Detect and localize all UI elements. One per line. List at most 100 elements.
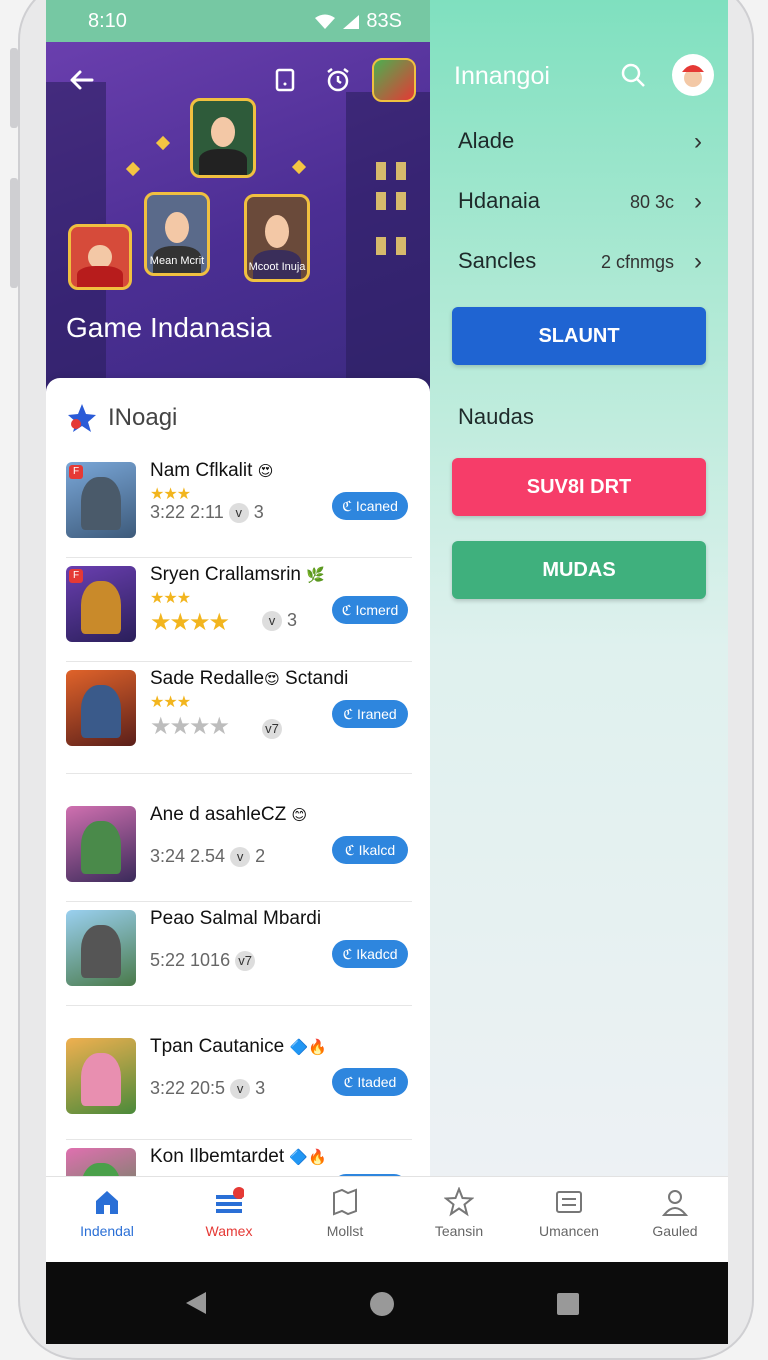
avatar[interactable]	[372, 58, 416, 102]
game-name: Sryen Crallamsrin 🌿	[150, 564, 325, 585]
hero-character-card: Mcoot Inuja	[244, 194, 310, 282]
game-meta: v7	[262, 718, 282, 740]
app-logo-icon	[68, 404, 96, 432]
alarm-icon[interactable]	[325, 67, 351, 93]
nav-label: Wamex	[205, 1223, 253, 1239]
nav-item-wamex[interactable]: Wamex	[174, 1177, 284, 1257]
screen: 8:10 83S Mean Mcrit Mcoot Inuja Game Ind…	[46, 0, 728, 1344]
game-name: Peao Salmal Mbardi	[150, 908, 322, 929]
list-item[interactable]: F Sryen Crallamsrin 🌿 ★★★ ★★★★ v 3 ℭ Icm…	[66, 558, 412, 662]
nav-item-umancen[interactable]: Umancen	[514, 1177, 624, 1257]
nav-label: Teansin	[434, 1223, 484, 1239]
panel-item-label: Alade	[458, 128, 515, 153]
window-light	[376, 162, 386, 180]
game-name: Nam Cflkalit 😍	[150, 460, 274, 481]
character-avatar-icon	[682, 65, 704, 87]
back-triangle-icon[interactable]	[184, 1290, 208, 1316]
download-button[interactable]: ℭ Iraned	[332, 700, 408, 728]
game-thumbnail	[66, 670, 136, 746]
game-meta: 3:22 2:11 v 3	[150, 502, 264, 524]
window-light	[396, 237, 406, 255]
game-list: INoagi F Nam Cflkalit 😍 ★★★ 3:22 2:11 v …	[46, 378, 430, 1224]
nav-item-teansin[interactable]: Teansin	[404, 1177, 514, 1257]
nav-item-home[interactable]: Indendal	[52, 1177, 162, 1257]
panel-item-label: Sancles	[458, 248, 537, 273]
coin-icon	[291, 159, 307, 175]
game-thumbnail	[66, 806, 136, 882]
game-meta: v 3	[262, 610, 297, 632]
search-icon[interactable]	[620, 62, 646, 88]
download-button[interactable]: ℭ Itaded	[332, 1068, 408, 1096]
coin-icon	[155, 135, 171, 151]
status-bar: 8:10 83S	[46, 0, 430, 42]
list-item[interactable]: Peao Salmal Mbardi 5:22 1016 v7 ℭ Ikadcd	[66, 902, 412, 1006]
game-thumbnail: F	[66, 566, 136, 642]
hero-banner: Mean Mcrit Mcoot Inuja Game Indanasia	[46, 42, 430, 392]
wifi-icon	[315, 14, 336, 29]
nav-label: Umancen	[539, 1223, 599, 1239]
building-right	[346, 92, 430, 392]
bottom-nav: Indendal Wamex Mollst Teansin Umancen Ga…	[46, 1176, 728, 1256]
home-circle-icon[interactable]	[368, 1290, 396, 1318]
hero-character-card: Mean Mcrit	[144, 192, 210, 276]
list-title: INoagi	[108, 404, 178, 431]
section-label: Naudas	[458, 404, 534, 429]
nav-label: Gauled	[652, 1223, 698, 1239]
panel-title: Innangoi	[454, 62, 550, 90]
hero-title: Game Indanasia	[66, 312, 272, 343]
panel-item-value: 2 cfnmgs	[600, 252, 674, 272]
list-item[interactable]: F Nam Cflkalit 😍 ★★★ 3:22 2:11 v 3 ℭ Ica…	[66, 454, 412, 558]
map-icon	[333, 1188, 357, 1216]
download-button[interactable]: ℭ Ikadcd	[332, 940, 408, 968]
nav-item-gauled[interactable]: Gauled	[620, 1177, 728, 1257]
download-button[interactable]: ℭ Icmerd	[332, 596, 408, 624]
game-thumbnail	[66, 910, 136, 986]
primary-button[interactable]: SLAUNT	[452, 307, 706, 365]
panel-item[interactable]: Alade ›	[458, 128, 704, 168]
game-name: Kon Ilbemtardet 🔷🔥	[150, 1146, 327, 1167]
profile-avatar[interactable]	[672, 54, 714, 96]
signal-icon	[343, 14, 360, 29]
panel-item[interactable]: Hdanaia 80 3c ›	[458, 188, 704, 228]
profile-icon	[661, 1190, 689, 1216]
rating-stars: ★★★	[150, 590, 191, 607]
game-thumbnail	[66, 1038, 136, 1114]
back-arrow-icon[interactable]	[68, 66, 96, 94]
panel-item[interactable]: Sancles 2 cfnmgs ›	[458, 248, 704, 288]
hero-character-card	[68, 224, 132, 290]
success-button[interactable]: MUDAS	[452, 541, 706, 599]
download-button[interactable]: ℭ Ikalcd	[332, 836, 408, 864]
panel-item-label: Hdanaia	[458, 188, 540, 213]
nav-label: Indendal	[80, 1223, 134, 1239]
game-name: Sade Redalle😍 Sctandi	[150, 668, 349, 689]
nav-item-mollst[interactable]: Mollst	[290, 1177, 400, 1257]
game-meta: 3:22 20:5 v 3	[150, 1078, 266, 1100]
card-caption: Mean Mcrit	[149, 255, 205, 267]
list-item[interactable]: Tpan Cautanice 🔷🔥 3:22 20:5 v 3 ℭ Itaded	[66, 1030, 412, 1140]
list-icon	[556, 1191, 582, 1213]
download-button[interactable]: ℭ Icaned	[332, 492, 408, 520]
nav-label: Mollst	[326, 1223, 364, 1239]
rating-stars-large: ★★★★	[150, 713, 230, 740]
list-item[interactable]: Ane d asahleCZ 😊 3:24 2.54 v 2 ℭ Ikalcd	[66, 798, 412, 902]
home-icon	[96, 1191, 118, 1214]
volume-button	[10, 48, 18, 128]
list-item[interactable]: Sade Redalle😍 Sctandi ★★★ ★★★★ v7 ℭ Iran…	[66, 662, 412, 774]
hero-character-card	[190, 98, 256, 178]
system-nav-bar	[46, 1262, 728, 1344]
menu-icon	[216, 1187, 244, 1213]
rating-stars-large: ★★★★	[150, 609, 230, 636]
recents-square-icon[interactable]	[556, 1292, 580, 1316]
coin-icon	[125, 161, 141, 177]
power-button	[10, 178, 18, 288]
game-name: Tpan Cautanice 🔷🔥	[150, 1036, 327, 1057]
danger-button[interactable]: SUV8I DRT	[452, 458, 706, 516]
bookmark-icon[interactable]	[274, 68, 296, 92]
status-time: 8:10	[88, 10, 127, 32]
rating-stars: ★★★	[150, 694, 191, 711]
game-list-pane: 8:10 83S Mean Mcrit Mcoot Inuja Game Ind…	[46, 0, 430, 1224]
panel-item-value: 80 3c	[629, 192, 674, 212]
window-light	[396, 162, 406, 180]
game-thumbnail: F	[66, 462, 136, 538]
battery-text: 83S	[366, 10, 402, 32]
